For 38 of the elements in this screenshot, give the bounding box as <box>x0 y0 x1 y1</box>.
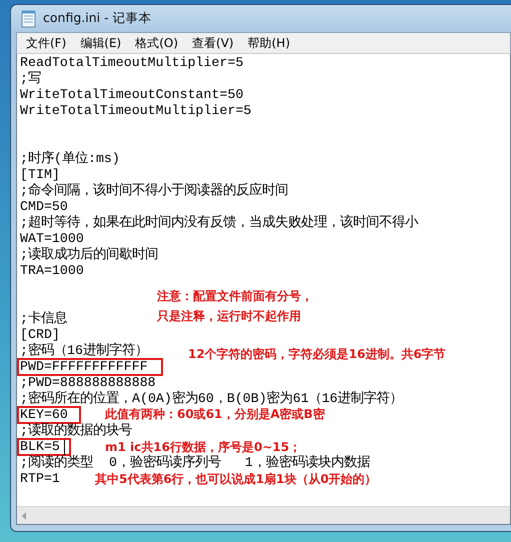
text-line: ;读取的数据的块号 <box>20 423 132 439</box>
text-line: ;PWD=888888888888 <box>20 375 156 390</box>
text-line: ;命令间隔，该时间不得小于阅读器的反应时间 <box>20 183 288 199</box>
left-arrow-icon[interactable] <box>21 512 27 520</box>
text-line: ;阅读的类型 0，验密码读序列号 1，验密码读块内数据 <box>20 455 370 471</box>
text-line: WriteTotalTimeoutConstant=50 <box>20 87 244 103</box>
text-line: KEY=60 <box>18 407 80 423</box>
annotation-text: 只是注释，运行时不起作用 <box>157 308 302 325</box>
text-line: ReadTotalTimeoutMultiplier=5 <box>20 55 244 71</box>
menu-item[interactable]: 帮助(H) <box>240 34 297 52</box>
horizontal-scrollbar[interactable] <box>17 506 510 524</box>
text-line: ;卡信息 <box>20 311 67 327</box>
notepad-icon <box>21 10 37 28</box>
text-line: ;读取成功后的间歇时间 <box>20 247 158 263</box>
annotation-text: 其中5代表第6行，也可以说成1扇1块（从0开始的） <box>95 471 377 487</box>
text-line: TRA=1000 <box>20 263 84 279</box>
menu-item[interactable]: 格式(O) <box>128 34 186 52</box>
annotation-text: m1 ic共16行数据，序号是0~15； <box>104 439 302 454</box>
text-line: ;密码所在的位置，A(0A)密为60，B(0B)密为61（16进制字符） <box>20 391 403 407</box>
window-title: config.ini - 记事本 <box>43 10 152 27</box>
text-line: PWD=FFFFFFFFFFFF <box>18 359 162 375</box>
text-line: BLK=5 <box>18 439 70 455</box>
text-line: RTP=1 <box>20 471 60 487</box>
text-line: WAT=1000 <box>20 231 84 247</box>
text-line: [CRD] <box>20 327 60 342</box>
menu-item[interactable]: 编辑(E) <box>73 34 128 52</box>
menu-item[interactable]: 查看(V) <box>185 34 241 52</box>
annotation-text: 此值有两种：60或61，分别是A密或B密 <box>105 406 325 423</box>
text-line: ;密码（16进制字符） <box>20 343 148 359</box>
annotation-text: 12个字符的密码，字符必须是16进制。共6字节 <box>188 346 446 363</box>
annotation-text: 注意：配置文件前面有分号， <box>157 288 313 305</box>
text-line: [TIM] <box>20 167 60 183</box>
text-line: ;时序(单位:ms) <box>20 151 120 167</box>
text-line: CMD=50 <box>20 199 68 215</box>
text-line: ;写 <box>20 71 41 87</box>
text-line: WriteTotalTimeoutMultiplier=5 <box>20 103 252 119</box>
menu-item[interactable]: 文件(F) <box>19 34 74 52</box>
text-line: ;超时等待，如果在此时间内没有反馈，当成失败处理，该时间不得小 <box>20 215 418 231</box>
